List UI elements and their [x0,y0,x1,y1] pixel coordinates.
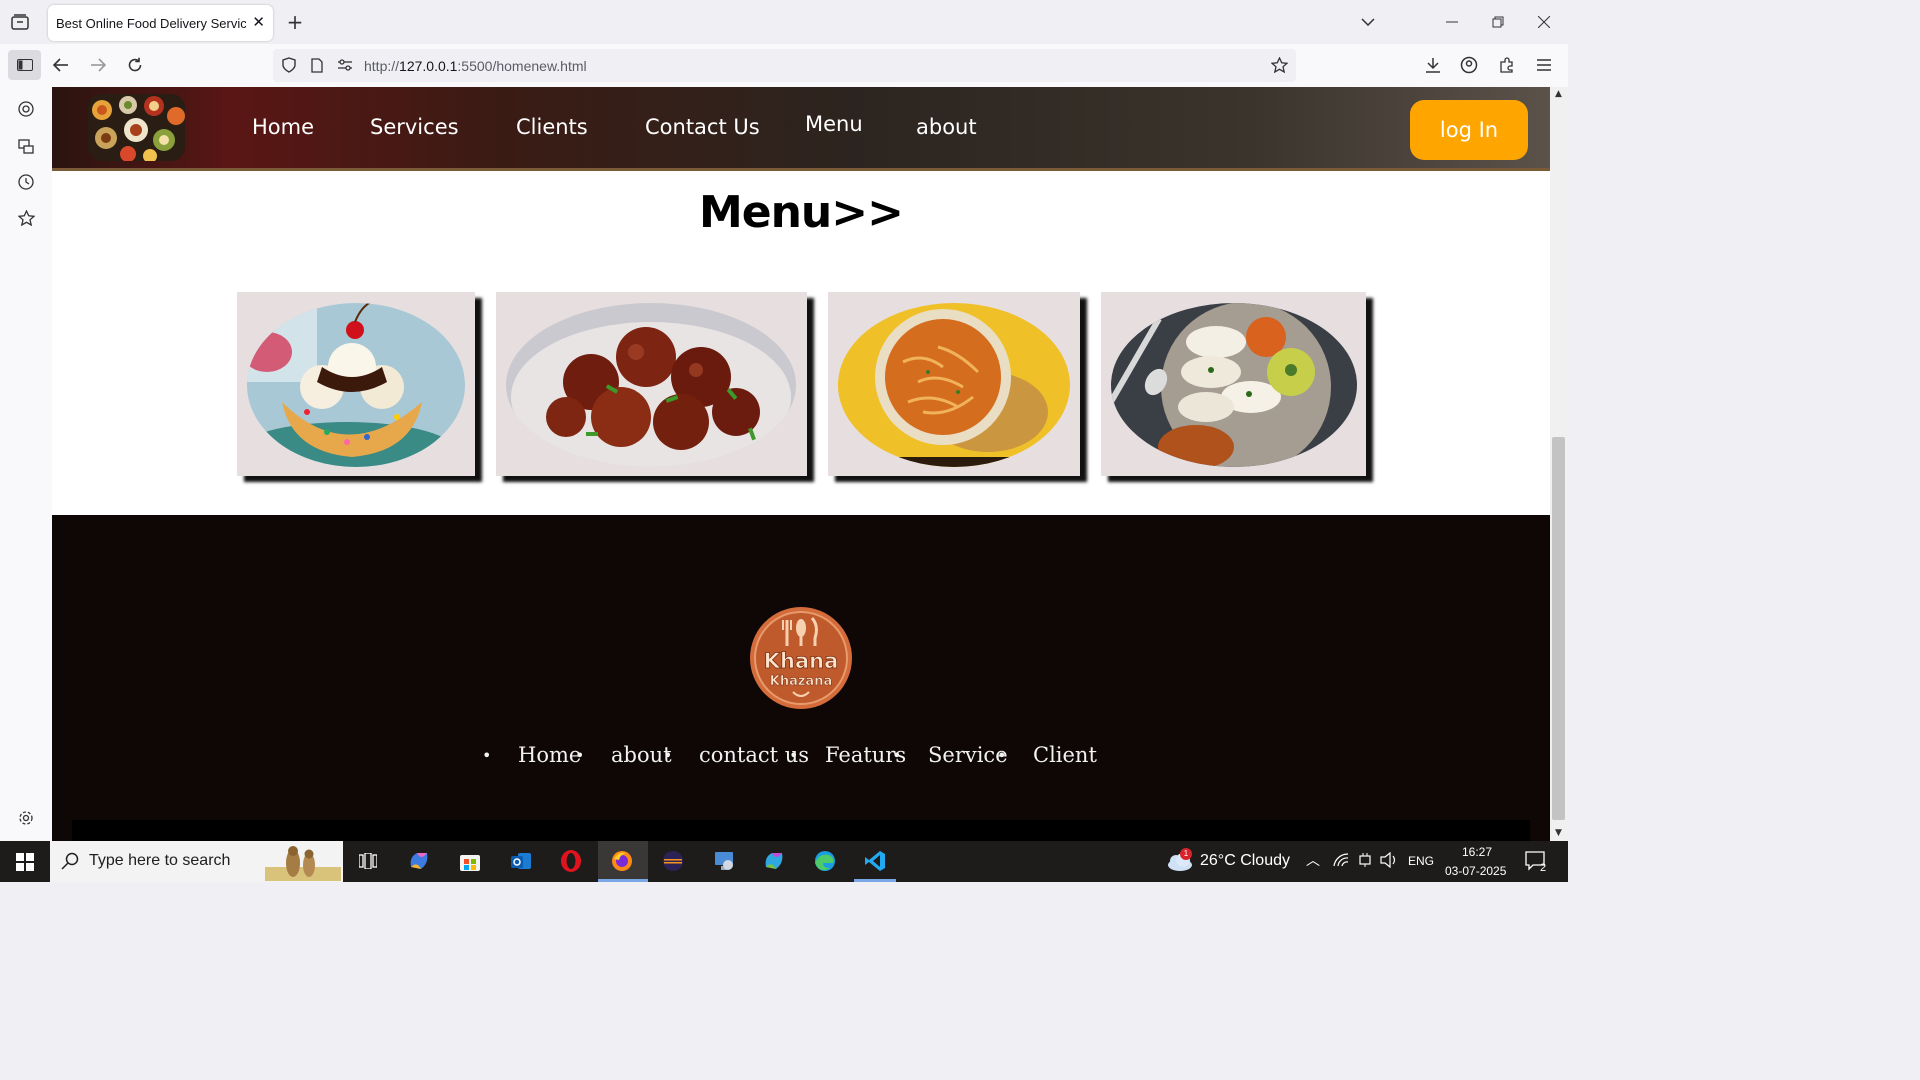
restore-icon[interactable] [1488,12,1508,32]
outlook-app-icon[interactable] [505,845,537,877]
nav-contact-us[interactable]: Contact Us [645,115,760,139]
history-clock-icon[interactable] [16,172,36,192]
active-tab[interactable]: Best Online Food Delivery Service in ✕ [48,5,273,41]
bookmark-star-icon[interactable] [1270,56,1288,74]
taskbar-search-placeholder: Type here to search [89,852,231,869]
scroll-up-arrow-icon[interactable]: ▲ [1552,88,1565,100]
clock-date[interactable]: 03-07-2025 [1445,864,1506,878]
tracking-protection-shield-icon[interactable] [280,56,298,74]
menu-card-sev-curry[interactable] [828,292,1080,476]
new-tab-icon[interactable]: + [285,10,305,34]
remote-desktop-icon[interactable] [708,845,740,877]
edge-browser-icon[interactable] [809,845,841,877]
show-hidden-icons-chevron-icon[interactable]: ︿ [1306,850,1320,870]
minimize-icon[interactable] [1442,12,1462,32]
header-divider [52,168,1550,171]
footer-bullet: • [892,746,902,765]
browser-sidebar [0,87,52,841]
url-text[interactable]: http://127.0.0.1:5500/homenew.html [364,58,587,74]
logo-text-khana: Khana [764,649,839,673]
bookmarks-star-icon[interactable] [16,208,36,228]
vscode-running-indicator [854,879,896,882]
clock-time[interactable]: 16:27 [1462,845,1492,859]
weather-alert-badge: 1 [1180,848,1192,860]
logo-text-khazana: Khazana [770,674,832,689]
footer-bullet: • [997,746,1007,765]
downloads-icon[interactable] [1423,55,1443,75]
login-button[interactable]: log In [1410,100,1528,160]
tab-title: Best Online Food Delivery Service in [56,15,246,31]
footer-bullet: • [789,746,799,765]
page-info-icon[interactable] [308,56,326,74]
permissions-icon[interactable] [336,56,354,74]
app-menu-icon[interactable] [1534,55,1554,75]
sev-curry-image [838,303,1070,467]
sidebar-settings-gear-icon[interactable] [16,808,36,828]
nav-home[interactable]: Home [252,115,314,139]
eclipse-ide-icon[interactable] [657,845,689,877]
tab-close-icon[interactable]: ✕ [252,13,265,31]
chilli-chicken-image [506,303,796,467]
menu-card-idli-sambar[interactable] [1101,292,1366,476]
list-all-tabs-icon[interactable] [1358,12,1378,32]
nav-about[interactable]: about [916,115,977,139]
nav-menu[interactable]: Menu [805,112,863,136]
page-viewport: Home Services Clients Contact Us Menu ab… [52,87,1550,841]
khana-khazana-logo[interactable]: Khana Khazana [749,606,853,710]
reload-icon[interactable] [125,55,145,75]
notification-count: 2 [1540,862,1547,874]
footer-bullet: • [575,746,585,765]
search-icon [60,851,80,871]
scroll-down-arrow-icon[interactable]: ▼ [1552,827,1565,839]
sidebar-toggle-icon[interactable] [8,50,41,80]
scrollbar-thumb[interactable] [1552,437,1565,820]
footer-link-home[interactable]: Home [518,743,581,767]
footer-link-client[interactable]: Client [1033,743,1097,767]
menu-card-chilli-chicken[interactable] [496,292,807,476]
battery-plug-icon[interactable] [1357,852,1375,870]
back-icon[interactable] [51,55,71,75]
microsoft-365-icon[interactable] [758,845,790,877]
tab-list-icon[interactable] [10,12,30,32]
firefox-browser-icon[interactable] [606,845,638,877]
task-view-icon[interactable] [352,845,384,877]
menu-heading: Menu>> [698,187,904,238]
search-highlight-meerkats-icon [265,843,341,881]
footer-link-service[interactable]: Service [928,743,1008,767]
nav-services[interactable]: Services [370,115,459,139]
network-wifi-icon[interactable] [1333,852,1351,870]
url-path: :5500/homenew.html [457,58,587,74]
synced-tabs-icon[interactable] [16,136,36,156]
vscode-icon[interactable] [859,845,891,877]
close-window-icon[interactable] [1534,12,1554,32]
ice-cream-sundae-image [247,303,465,467]
volume-speaker-icon[interactable] [1380,851,1398,870]
microsoft-store-icon[interactable] [454,845,486,877]
weather-text[interactable]: 26°C Cloudy [1200,852,1290,870]
ai-chatbot-icon[interactable] [16,99,36,119]
url-host: 127.0.0.1 [399,58,458,74]
nav-clients[interactable]: Clients [516,115,588,139]
idli-sambar-image [1111,303,1357,467]
extensions-puzzle-icon[interactable] [1497,55,1517,75]
input-language[interactable]: ENG [1408,854,1434,868]
footer-bullet: • [663,746,673,765]
forward-icon[interactable] [88,55,108,75]
firefox-running-indicator [598,879,648,882]
windows-start-icon[interactable] [14,851,36,873]
opera-browser-icon[interactable] [555,845,587,877]
copilot-app-icon[interactable] [403,845,435,877]
site-footer: Khana Khazana • Home • about • contact u… [52,515,1550,841]
menu-card-ice-cream[interactable] [237,292,475,476]
site-header: Home Services Clients Contact Us Menu ab… [52,87,1550,171]
footer-bullet: • [482,746,492,765]
site-logo-food-platter[interactable] [88,94,185,161]
url-scheme: http:// [364,58,400,74]
footer-bottom-bar [72,820,1530,841]
account-icon[interactable] [1459,55,1479,75]
